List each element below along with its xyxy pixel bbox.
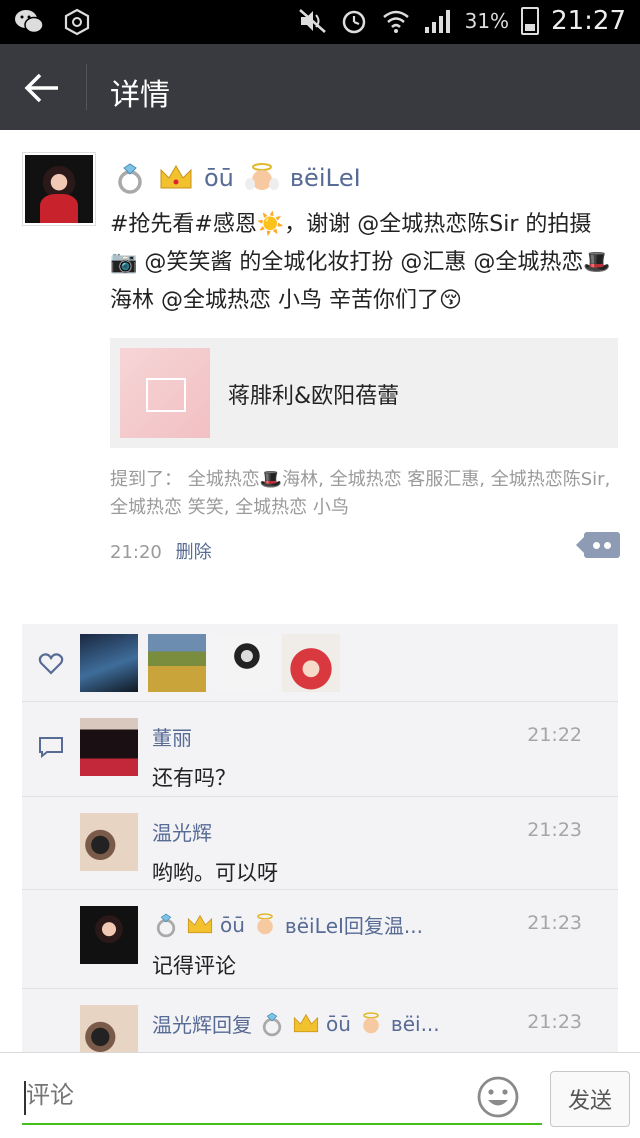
emoji-icon[interactable] (476, 1075, 520, 1119)
comment-item[interactable]: ōū вёiLеI回复温... 21:23 记得评论 (22, 889, 618, 989)
commenter-avatar[interactable] (80, 718, 138, 776)
likes-row (22, 624, 618, 702)
text-caret (24, 1081, 26, 1115)
comment-item[interactable]: 温光辉 21:23 哟哟。可以呀 (22, 796, 618, 890)
header-divider (86, 64, 87, 110)
battery-percent: 31% (464, 9, 510, 33)
page-title: 详情 (110, 78, 170, 113)
angel-icon (363, 1011, 379, 1033)
author-name[interactable]: ōū вёiLеI (112, 160, 361, 196)
comment-text: 记得评论 (152, 954, 236, 978)
post-time: 21:20 (110, 542, 162, 563)
back-arrow-icon[interactable] (20, 66, 66, 110)
commenter-avatar[interactable] (80, 813, 138, 871)
signal-icon (424, 10, 450, 33)
link-card[interactable]: 蒋腓利&欧阳蓓蕾 (110, 338, 618, 448)
angel-icon (244, 163, 279, 190)
link-card-title: 蒋腓利&欧阳蓓蕾 (228, 384, 400, 409)
more-actions-button[interactable] (576, 532, 620, 558)
mentions-list: 提到了： 全城热恋🎩海林, 全城热恋 客服汇惠, 全城热恋陈Sir, 全城热恋 … (110, 469, 611, 518)
like-avatar[interactable] (148, 634, 206, 692)
commenter-name[interactable]: 董丽 (152, 722, 192, 751)
comment-time: 21:22 (527, 724, 582, 746)
commenter-avatar[interactable] (80, 1005, 138, 1054)
like-avatar[interactable] (215, 634, 273, 692)
comment-time: 21:23 (527, 819, 582, 841)
interactions-panel: 董丽 21:22 还有吗？ 温光辉 21:23 哟哟。可以呀 ōū вёiLеI… (22, 624, 618, 1054)
commenter-name[interactable]: 温光辉回复 ōū вёi... (152, 1009, 440, 1038)
like-avatar[interactable] (80, 634, 138, 692)
post-text: #抢先看#感恩☀️，谢谢 @全城热恋陈Sir 的拍摄📷 @笑笑酱 的全城化妆打扮… (110, 212, 611, 313)
comment-item[interactable]: 温光辉回复 ōū вёi... 21:23 (22, 988, 618, 1054)
comment-text: 还有吗？ (152, 766, 236, 790)
commenter-name[interactable]: 温光辉 (152, 817, 212, 846)
ring-icon (262, 1012, 282, 1036)
battery-icon (521, 7, 540, 35)
post-meta: 21:20 删除 (110, 538, 212, 564)
commenter-avatar[interactable] (80, 906, 138, 964)
comment-icon (39, 737, 63, 758)
commenter-name[interactable]: ōū вёiLеI回复温... (152, 910, 423, 939)
clock: 21:27 (551, 6, 626, 36)
alarm-icon (342, 10, 365, 34)
comment-item[interactable]: 董丽 21:22 还有吗？ (22, 702, 618, 797)
heart-icon (38, 653, 64, 675)
comment-text: 哟哟。可以呀 (152, 861, 278, 885)
crown-icon (160, 165, 192, 189)
ring-icon (156, 913, 176, 937)
mute-icon (298, 9, 326, 33)
comment-input-bar: 发送 (0, 1052, 640, 1138)
comment-time: 21:23 (527, 912, 582, 934)
ring-icon (118, 163, 142, 194)
author-avatar[interactable] (22, 152, 96, 226)
notification-icon (64, 8, 90, 36)
wifi-icon (382, 10, 409, 33)
crown-icon (293, 1013, 319, 1032)
header-bar: 详情 (0, 44, 640, 130)
angel-icon (257, 912, 273, 934)
wechat-icon (15, 10, 44, 34)
comment-input[interactable] (22, 1067, 542, 1125)
status-bar: 31% 21:27 (0, 0, 640, 44)
crown-icon (187, 914, 213, 933)
send-button[interactable]: 发送 (550, 1071, 630, 1127)
comment-time: 21:23 (527, 1011, 582, 1033)
link-card-thumbnail (120, 348, 210, 438)
delete-link[interactable]: 删除 (176, 542, 212, 563)
like-avatar[interactable] (282, 634, 340, 692)
